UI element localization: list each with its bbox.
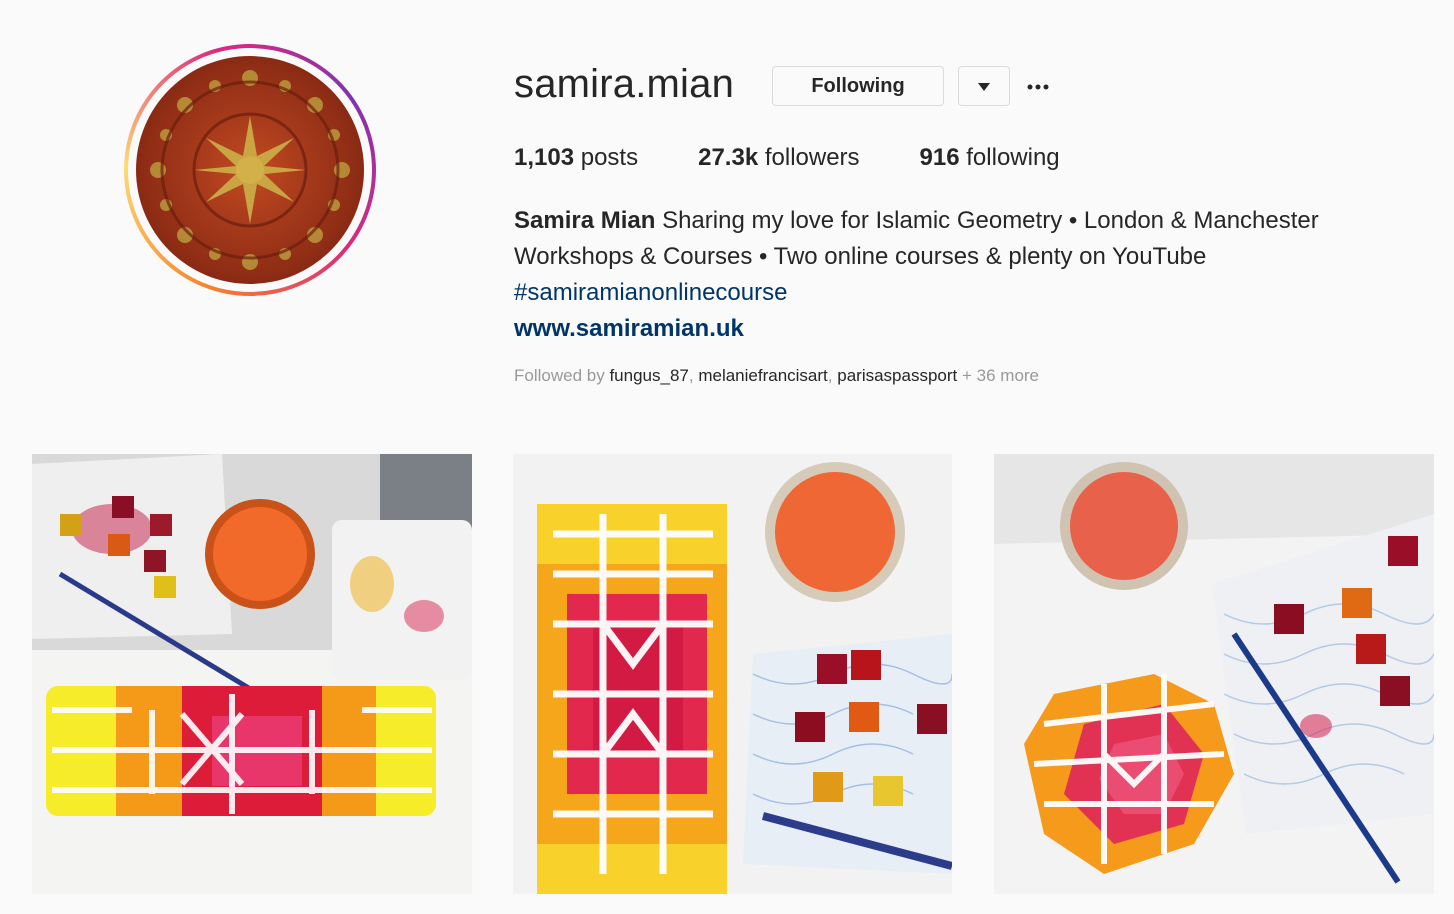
following-link[interactable]: 916 following: [920, 144, 1060, 172]
posts-label: posts: [580, 144, 639, 171]
post-image: [513, 454, 952, 894]
followers-link[interactable]: 27.3k followers: [698, 144, 859, 172]
bio-hashtag-link[interactable]: #samiramianonlinecourse: [514, 279, 787, 306]
posts-number: 1,103: [514, 144, 575, 171]
bio-website-link[interactable]: www.samiramian.uk: [514, 315, 744, 342]
bio-text-2: Workshops & Courses • Two online courses…: [514, 243, 1207, 270]
followed-by-separator: ,: [688, 366, 694, 385]
following-label: following: [966, 144, 1060, 171]
posts-count: 1,103 posts: [514, 144, 638, 172]
followed-by-user[interactable]: parisaspassport: [837, 366, 957, 385]
followed-by-more[interactable]: + 36 more: [962, 366, 1039, 385]
following-button[interactable]: Following: [772, 66, 944, 106]
followed-by-prefix: Followed by: [514, 366, 605, 385]
bio-line-1: Samira Mian Sharing my love for Islamic …: [514, 203, 1414, 239]
followers-number: 27.3k: [698, 144, 759, 171]
followed-by-separator: ,: [827, 366, 833, 385]
ellipsis-icon: [1027, 77, 1049, 95]
followed-by: Followed by fungus_87, melaniefrancisart…: [514, 366, 1039, 386]
post-image: [994, 454, 1434, 894]
bio-text-1: Sharing my love for Islamic Geometry • L…: [662, 207, 1319, 234]
followed-by-user[interactable]: fungus_87: [609, 366, 688, 385]
followers-label: followers: [764, 144, 860, 171]
post-image: [32, 454, 472, 894]
profile-bio: Samira Mian Sharing my love for Islamic …: [514, 203, 1414, 347]
profile-stats: 1,103 posts 27.3k followers 916 followin…: [514, 144, 1060, 172]
following-number: 916: [919, 144, 960, 171]
avatar-border: [128, 48, 372, 292]
profile-avatar[interactable]: [124, 44, 376, 296]
followed-by-user[interactable]: melaniefrancisart: [698, 366, 827, 385]
profile-full-name: Samira Mian: [514, 207, 656, 234]
suggested-dropdown-button[interactable]: [958, 66, 1010, 106]
post-thumbnail[interactable]: [32, 454, 472, 894]
more-options-button[interactable]: [1024, 70, 1052, 102]
avatar-image: [136, 56, 364, 284]
caret-down-icon: [978, 79, 990, 94]
post-thumbnail[interactable]: [994, 454, 1434, 894]
profile-username: samira.mian: [514, 62, 735, 106]
post-thumbnail[interactable]: [513, 454, 952, 894]
